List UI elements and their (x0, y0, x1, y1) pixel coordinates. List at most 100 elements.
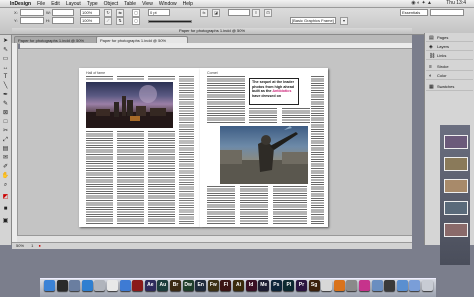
pasteboard[interactable]: Hall of fame Comet The sequel at the lea… (18, 49, 412, 235)
ical-icon[interactable] (107, 280, 118, 291)
fireworks-icon[interactable]: Fw (207, 280, 219, 291)
scale-x-field[interactable]: 100% (80, 9, 100, 16)
page-number-field[interactable]: 1 (31, 243, 33, 248)
media-encoder-icon[interactable]: Me (258, 280, 270, 291)
flash-icon[interactable]: Fl (220, 280, 232, 291)
acrobat-icon[interactable] (132, 280, 144, 291)
text-wrap-icon[interactable]: ≡ (252, 9, 260, 17)
opacity-field[interactable] (228, 9, 250, 16)
shear-icon[interactable]: ⟋ (104, 17, 112, 25)
text-column[interactable] (86, 76, 113, 80)
x-field[interactable] (20, 9, 44, 16)
after-effects-icon[interactable]: Ae (144, 280, 156, 291)
flip-vertical-icon[interactable]: ⇅ (116, 17, 124, 25)
text-column[interactable] (207, 186, 235, 224)
pencil-tool-icon[interactable]: ✎ (1, 100, 10, 108)
audition-icon[interactable]: Au (157, 280, 169, 291)
drop-shadow-icon[interactable]: ◪ (212, 9, 220, 17)
rectangle-frame-icon[interactable]: ⊠ (1, 109, 10, 117)
text-column[interactable] (249, 108, 277, 124)
right-page[interactable]: Comet The sequel at the leader photos fr… (200, 68, 328, 227)
text-column[interactable] (117, 131, 144, 224)
firefox-icon[interactable] (333, 280, 345, 291)
direct-selection-icon[interactable]: ⇖ (1, 46, 10, 54)
menu-layout[interactable]: Layout (66, 1, 81, 7)
safari-icon[interactable] (81, 280, 93, 291)
calculator-icon[interactable] (384, 280, 396, 291)
page-tool-icon[interactable]: ▭ (1, 55, 10, 63)
panel-stroke[interactable]: ≡ Stroke (426, 63, 473, 71)
soldier-photo[interactable] (220, 126, 308, 184)
desktop-file-icon[interactable] (444, 135, 468, 149)
stroke-swatch-icon[interactable]: ◻ (132, 17, 140, 25)
h-field[interactable] (52, 17, 74, 24)
hand-tool-icon[interactable]: ✋ (1, 172, 10, 180)
gap-tool-icon[interactable]: ↔ (1, 64, 10, 72)
effects-icon[interactable]: fx (200, 9, 208, 17)
indesign-icon[interactable]: Id (245, 280, 257, 291)
chrome-icon[interactable] (321, 280, 333, 291)
note-tool-icon[interactable]: ✉ (1, 154, 10, 162)
bridge-icon[interactable]: Br (170, 280, 181, 291)
transform-tool-icon[interactable]: ⤢ (1, 136, 10, 144)
text-column[interactable] (179, 76, 194, 224)
mission-control-icon[interactable] (69, 280, 81, 291)
fill-stroke-icon[interactable]: ◩ (1, 193, 10, 201)
selection-tool-icon[interactable]: ➤ (1, 37, 10, 45)
stroke-weight-field[interactable]: 0 pt (148, 9, 170, 16)
eyedropper-icon[interactable]: ✐ (1, 163, 10, 171)
text-column[interactable] (86, 131, 113, 224)
fill-swatch-icon[interactable]: ▢ (132, 9, 140, 17)
w-field[interactable] (52, 9, 74, 16)
pull-quote[interactable]: The sequel at the leader photos from hig… (249, 78, 299, 105)
text-column[interactable] (207, 76, 245, 124)
left-page[interactable]: Hall of fame (79, 68, 200, 227)
text-column[interactable] (148, 76, 175, 80)
preview-icon[interactable] (371, 280, 383, 291)
menu-table[interactable]: Table (124, 1, 136, 7)
text-column[interactable] (148, 131, 175, 224)
text-column[interactable] (273, 186, 307, 224)
dashboard-icon[interactable] (56, 280, 68, 291)
menu-help[interactable]: Help (183, 1, 193, 7)
city-photo[interactable] (86, 82, 173, 128)
scissors-icon[interactable]: ✂ (1, 127, 10, 135)
apply-color-icon[interactable]: ■ (1, 205, 10, 213)
dreamweaver-icon[interactable]: Dw (182, 280, 194, 291)
text-column[interactable] (240, 186, 268, 224)
menu-type[interactable]: Type (87, 1, 98, 7)
trash-icon[interactable] (422, 280, 433, 291)
zoom-tool-icon[interactable]: ⌕ (1, 181, 10, 189)
prelude-icon[interactable]: Pl (283, 280, 295, 291)
finder-icon[interactable] (44, 280, 55, 291)
menu-edit[interactable]: Edit (51, 1, 60, 7)
menu-object[interactable]: Object (104, 1, 118, 7)
desktop-file-icon[interactable] (444, 201, 468, 215)
preflight-icon[interactable]: ● (39, 243, 41, 248)
text-column[interactable] (282, 108, 310, 124)
desktop-file-icon[interactable] (444, 157, 468, 171)
rectangle-tool-icon[interactable]: □ (1, 118, 10, 126)
zoom-level[interactable]: 50% (16, 243, 24, 248)
screen-mode-icon[interactable]: ▣ (1, 217, 10, 225)
premiere-icon[interactable]: Pr (296, 280, 307, 291)
object-style-dropdown[interactable]: [Basic Graphics Frame] (290, 17, 336, 24)
fitting-icon[interactable]: ⊡ (264, 9, 272, 17)
panel-swatches[interactable]: ▦ Swatches (426, 83, 473, 91)
photoshop-icon[interactable]: Ps (270, 280, 282, 291)
desktop-file-icon[interactable] (444, 179, 468, 193)
mail-icon[interactable] (94, 280, 106, 291)
itunes-icon[interactable] (359, 280, 370, 291)
y-field[interactable] (20, 17, 44, 24)
panel-links[interactable]: ⛓ Links (426, 52, 473, 60)
menu-app-name[interactable]: InDesign (10, 1, 31, 7)
type-tool-icon[interactable]: T (1, 73, 10, 81)
panel-color[interactable]: ◐ Color (426, 72, 473, 80)
scale-y-field[interactable]: 100% (80, 17, 100, 24)
desktop-file-icon[interactable] (444, 223, 468, 237)
documents-icon[interactable] (409, 280, 421, 291)
system-prefs-icon[interactable] (346, 280, 358, 291)
app-store-icon[interactable] (119, 280, 131, 291)
rotate-icon[interactable]: ↻ (104, 9, 112, 17)
stroke-type-icon[interactable] (148, 20, 192, 23)
